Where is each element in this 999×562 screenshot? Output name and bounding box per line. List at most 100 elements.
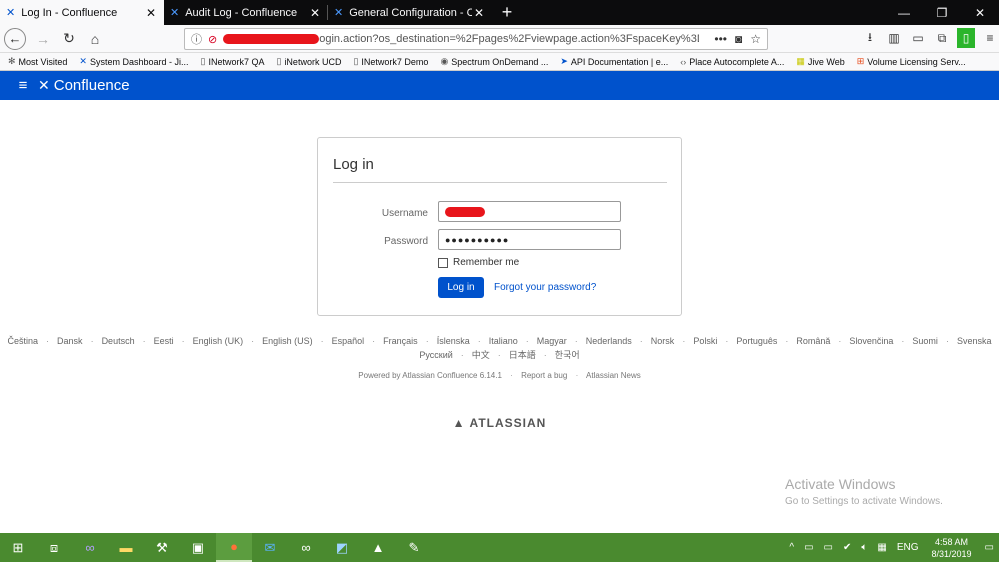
chevron-up-icon[interactable]: ^ bbox=[789, 542, 794, 553]
login-title: Log in bbox=[333, 156, 374, 173]
separator: · bbox=[682, 336, 686, 346]
task-view-icon[interactable]: ⧈ bbox=[36, 533, 72, 562]
language-link[interactable]: Polski bbox=[693, 336, 717, 346]
extension-icon[interactable]: ▯ bbox=[957, 28, 975, 48]
tab-general-configuration[interactable]: ✕ General Configuration - Conflu ✕ bbox=[328, 0, 492, 25]
separator: · bbox=[574, 336, 578, 346]
confluence-logo[interactable]: ✕ Confluence bbox=[38, 77, 130, 94]
library-icon[interactable]: ▥ bbox=[885, 28, 903, 48]
language-link[interactable]: Suomi bbox=[912, 336, 938, 346]
bookmark-item[interactable]: ▦ Jive Web bbox=[796, 56, 844, 67]
close-tab-icon[interactable]: ✕ bbox=[144, 6, 158, 20]
language-link[interactable]: 한국어 bbox=[555, 350, 580, 360]
language-link[interactable]: Čeština bbox=[8, 336, 39, 346]
pocket-icon[interactable]: ◙ bbox=[735, 32, 742, 46]
language-link[interactable]: Slovenčina bbox=[849, 336, 893, 346]
new-tab-button[interactable]: + bbox=[492, 0, 522, 25]
atlassian-news-link[interactable]: Atlassian News bbox=[586, 371, 641, 380]
notes-icon[interactable]: ◩ bbox=[324, 533, 360, 562]
separator: · bbox=[575, 371, 579, 380]
back-button[interactable]: ← bbox=[4, 27, 26, 50]
language-link[interactable]: English (US) bbox=[262, 336, 313, 346]
language-link[interactable]: Eesti bbox=[154, 336, 174, 346]
tab-audit-log[interactable]: ✕ Audit Log - Confluence ✕ bbox=[164, 0, 328, 25]
report-bug-link[interactable]: Report a bug bbox=[521, 371, 567, 380]
atlassian-logo[interactable]: ▲ ATLASSIAN bbox=[0, 416, 999, 430]
close-tab-icon[interactable]: ✕ bbox=[472, 6, 486, 20]
username-field[interactable] bbox=[438, 201, 621, 222]
menu-icon[interactable]: ≡ bbox=[981, 28, 999, 48]
bookmark-item[interactable]: ◉ Spectrum OnDemand ... bbox=[440, 56, 548, 67]
language-link[interactable]: Русский bbox=[419, 350, 452, 360]
language-indicator[interactable]: ENG bbox=[897, 542, 919, 553]
battery-icon[interactable]: ▭ bbox=[824, 542, 833, 553]
separator: · bbox=[372, 336, 376, 346]
language-link[interactable]: Íslenska bbox=[437, 336, 470, 346]
language-link[interactable]: 日本語 bbox=[509, 350, 536, 360]
bookmark-item[interactable]: ▯ INetwork7 QA bbox=[201, 56, 265, 67]
language-row: Čeština · Dansk · Deutsch · Eesti · English (UK)… bbox=[0, 334, 999, 348]
language-link[interactable]: Deutsch bbox=[102, 336, 135, 346]
restore-icon[interactable]: ❐ bbox=[923, 0, 961, 25]
url-bar[interactable]: ⓘ ⊘ ogin.action?os_destination=%2Fpages%… bbox=[184, 28, 768, 50]
forgot-password-link[interactable]: Forgot your password? bbox=[494, 282, 596, 293]
language-link[interactable]: Svenska bbox=[957, 336, 992, 346]
bookmark-item[interactable]: ➤ API Documentation | e... bbox=[560, 56, 668, 67]
bookmark-star-icon[interactable]: ☆ bbox=[750, 32, 761, 46]
close-window-icon[interactable]: ✕ bbox=[961, 0, 999, 25]
screenshot-icon[interactable]: ⧉ bbox=[933, 28, 951, 48]
network-app-icon[interactable]: ∞ bbox=[288, 533, 324, 562]
app-icon[interactable]: ▣ bbox=[180, 533, 216, 562]
bookmark-item[interactable]: ▯ iNetwork UCD bbox=[276, 56, 341, 67]
tab-title: Audit Log - Confluence bbox=[185, 6, 298, 19]
language-link[interactable]: English (UK) bbox=[193, 336, 244, 346]
language-link[interactable]: Magyar bbox=[537, 336, 567, 346]
bookmark-item[interactable]: ✻ Most Visited bbox=[8, 56, 67, 67]
remember-me-checkbox[interactable] bbox=[438, 257, 448, 268]
paint-icon[interactable]: ✎ bbox=[396, 533, 432, 562]
minimize-icon[interactable]: — bbox=[885, 0, 923, 25]
language-link[interactable]: Norsk bbox=[651, 336, 675, 346]
insecure-lock-icon[interactable]: ⊘ bbox=[208, 33, 217, 46]
toolbar-right: ⭳ ▥ ▭ ⧉ ▯ ≡ bbox=[861, 28, 999, 48]
language-link[interactable]: 中文 bbox=[472, 350, 490, 360]
hamburger-menu-icon[interactable]: ≡ bbox=[8, 77, 38, 94]
forward-button[interactable]: → bbox=[30, 26, 56, 52]
photos-icon[interactable]: ▲ bbox=[360, 533, 396, 562]
close-tab-icon[interactable]: ✕ bbox=[308, 6, 322, 20]
firefox-icon[interactable]: ● bbox=[216, 533, 252, 562]
language-link[interactable]: Italiano bbox=[489, 336, 518, 346]
reload-button[interactable]: ↻ bbox=[56, 26, 82, 52]
bookmark-item[interactable]: ✕ System Dashboard - Ji... bbox=[79, 56, 188, 67]
bookmark-item[interactable]: ▯ INetwork7 Demo bbox=[353, 56, 428, 67]
language-link[interactable]: Español bbox=[332, 336, 365, 346]
info-icon[interactable]: ⓘ bbox=[191, 31, 202, 47]
sidebar-icon[interactable]: ▭ bbox=[909, 28, 927, 48]
file-explorer-icon[interactable]: ▬ bbox=[108, 533, 144, 562]
login-button[interactable]: Log in bbox=[438, 277, 484, 298]
bookmark-item[interactable]: ⊞ Volume Licensing Serv... bbox=[857, 56, 966, 67]
tab-login[interactable]: ✕ Log In - Confluence ✕ bbox=[0, 0, 164, 25]
bookmark-item[interactable]: ‹› Place Autocomplete A... bbox=[680, 57, 784, 67]
language-link[interactable]: Română bbox=[796, 336, 830, 346]
language-link[interactable]: Français bbox=[383, 336, 418, 346]
visual-studio-icon[interactable]: ∞ bbox=[72, 533, 108, 562]
start-button[interactable]: ⊞ bbox=[0, 533, 36, 562]
remember-me[interactable]: Remember me bbox=[438, 257, 519, 268]
separator: · bbox=[251, 336, 255, 346]
outlook-icon[interactable]: ✉ bbox=[252, 533, 288, 562]
clock[interactable]: 4:58 AM 8/31/2019 bbox=[932, 536, 972, 560]
download-icon[interactable]: ⭳ bbox=[861, 28, 879, 48]
volume-icon[interactable]: 🔈︎ bbox=[861, 542, 867, 553]
more-actions-icon[interactable]: ••• bbox=[714, 32, 727, 46]
language-link[interactable]: Dansk bbox=[57, 336, 83, 346]
password-field[interactable]: ●●●●●●●●●● bbox=[438, 229, 621, 250]
shield-icon[interactable]: ✔ bbox=[843, 542, 851, 553]
home-button[interactable]: ⌂ bbox=[82, 26, 108, 52]
notifications-icon[interactable]: ▭ bbox=[985, 542, 994, 553]
device-icon[interactable]: ▭ bbox=[804, 542, 813, 553]
language-link[interactable]: Nederlands bbox=[586, 336, 632, 346]
app-tray-icon[interactable]: ▦ bbox=[877, 542, 886, 553]
language-link[interactable]: Português bbox=[736, 336, 777, 346]
tools-icon[interactable]: ⚒ bbox=[144, 533, 180, 562]
